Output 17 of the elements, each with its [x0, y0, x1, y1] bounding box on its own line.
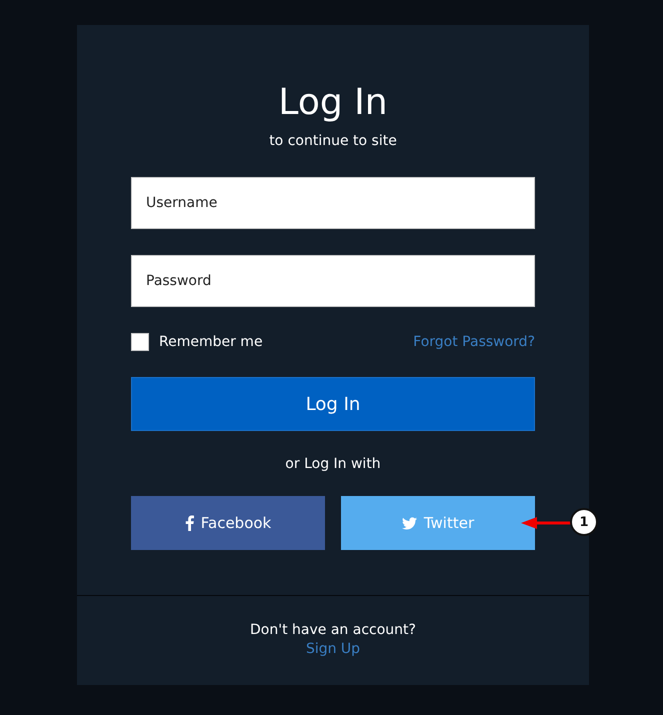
forgot-password-link[interactable]: Forgot Password?: [413, 334, 535, 350]
facebook-icon: [184, 515, 194, 531]
bird-icon: [402, 516, 417, 530]
input-field[interactable]: Username: [131, 177, 535, 229]
sign-up-link[interactable]: Sign Up: [306, 641, 360, 657]
remember-label: Remember me: [159, 334, 263, 350]
remember-checkbox[interactable]: [131, 333, 149, 351]
subtitle: to continue to site: [269, 133, 397, 149]
login-button[interactable]: Log In: [131, 377, 535, 431]
facebook-button[interactable]: Facebook: [131, 496, 325, 550]
twitter-button[interactable]: Twitter: [341, 496, 535, 550]
page-title: Log In: [278, 81, 388, 125]
input-field[interactable]: Password: [131, 255, 535, 307]
no-account-text: Don't have an account?: [250, 622, 416, 638]
callout-arrow: [521, 516, 571, 530]
callout-number: 1: [570, 508, 598, 536]
social-login-label: or Log In with: [285, 456, 381, 472]
